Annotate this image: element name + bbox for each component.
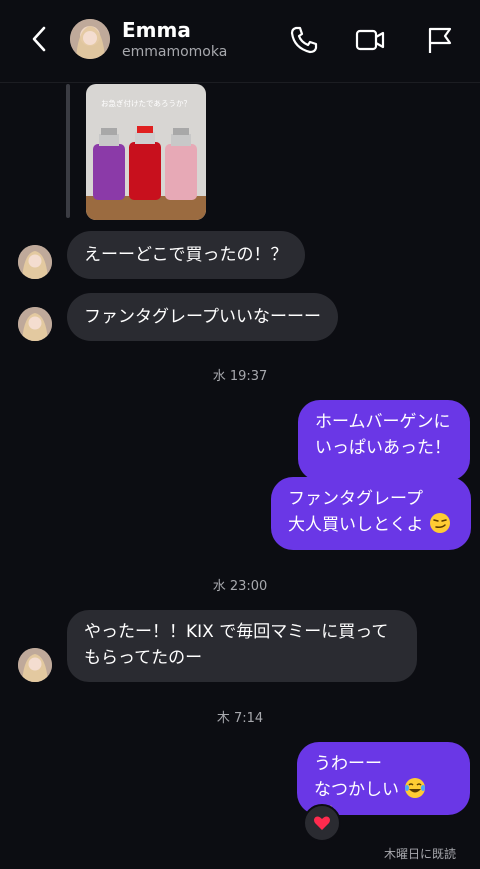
back-chevron-icon[interactable] [26, 22, 54, 56]
avatar[interactable] [70, 19, 110, 59]
message-bubble-incoming[interactable]: えーーどこで買ったの！？ [67, 231, 305, 279]
heart-reaction[interactable] [303, 804, 341, 842]
message-text: えーーどこで買ったの！？ [84, 245, 288, 265]
message-bubble-incoming[interactable]: ファンタグレープいいなーーー [67, 293, 338, 341]
video-call-icon[interactable] [354, 24, 386, 56]
phone-icon[interactable] [288, 24, 320, 56]
read-receipt: 木曜日に既読 [383, 847, 456, 861]
message-text: いっぱいあった！ [315, 438, 451, 458]
timestamp: 木 7:14 [216, 711, 264, 726]
message-text: ホームバーゲンに [315, 412, 451, 432]
message-bubble-outgoing[interactable]: ホームバーゲンに いっぱいあった！ [298, 400, 470, 481]
smirk-emoji-icon [429, 513, 450, 533]
message-text: なつかしい [314, 780, 399, 800]
message-bubble-incoming[interactable]: やったー！！KIX で毎回マミーに買って もらってたのー [67, 610, 417, 682]
message-text: うわーー [314, 754, 382, 774]
message-text: ファンタグレープ [288, 489, 423, 509]
tears-of-joy-emoji-icon [405, 778, 426, 798]
flag-report-icon[interactable] [424, 24, 456, 56]
timestamp: 水 19:37 [212, 369, 268, 384]
heart-icon [314, 816, 330, 830]
story-reply-bar [66, 84, 70, 218]
avatar[interactable] [18, 307, 52, 341]
story-preview-image[interactable]: お急ぎ付けたであろうか？ [86, 84, 206, 220]
contact-handle[interactable]: emmamomoka [122, 44, 227, 60]
message-text: やったー！！KIX で毎回マミーに買って [84, 622, 389, 642]
chat-header: Emma emmamomoka [0, 0, 480, 83]
message-text: 大人買いしとくよ [288, 515, 424, 535]
message-text: もらってたのー [84, 648, 203, 668]
story-caption: お急ぎ付けたであろうか？ [101, 98, 191, 108]
message-text: ファンタグレープいいなーーー [84, 307, 321, 327]
avatar[interactable] [18, 245, 52, 279]
timestamp: 水 23:00 [212, 579, 268, 594]
contact-name[interactable]: Emma [122, 18, 191, 42]
message-bubble-outgoing[interactable]: ファンタグレープ 大人買いしとくよ [271, 477, 471, 550]
avatar[interactable] [18, 648, 52, 682]
